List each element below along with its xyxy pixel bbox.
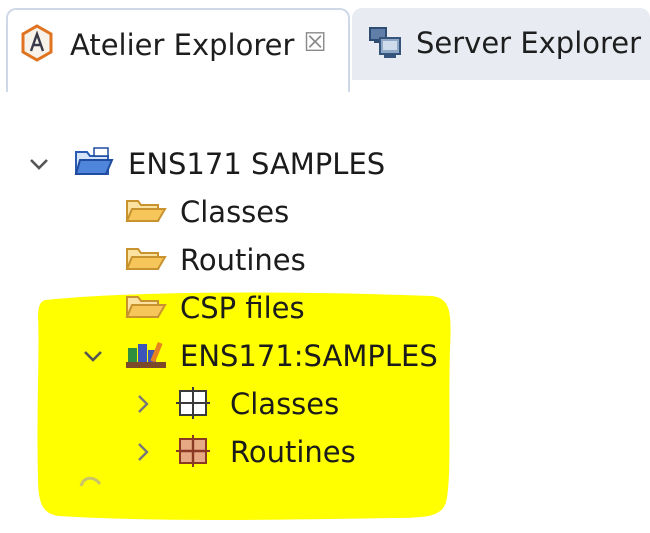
chevron-down-icon[interactable] (26, 151, 52, 177)
tree-item-label: Classes (230, 387, 340, 421)
tree-item-csp-files-folder[interactable]: CSP files (0, 286, 340, 330)
hidden-item-fragment (79, 476, 102, 487)
tree-item-routines-folder[interactable]: Routines (0, 238, 340, 282)
chevron-down-icon[interactable] (80, 343, 106, 369)
tab-label: Server Explorer (416, 26, 642, 60)
tree-item-label: Routines (230, 435, 356, 469)
routine-grid-icon (176, 435, 210, 467)
view-tab-strip: Server Explorer Atelier Explorer ☒ (0, 0, 650, 92)
namespace-books-icon (126, 341, 166, 368)
chevron-right-icon[interactable] (130, 391, 156, 417)
folder-open-icon (125, 200, 167, 222)
tree-item-namespace-classes[interactable]: Classes (0, 382, 360, 426)
tree-item-label: ENS171:SAMPLES (180, 339, 438, 373)
tab-server-explorer[interactable]: Server Explorer (352, 8, 650, 80)
close-tab-icon[interactable]: ☒ (300, 28, 330, 58)
chevron-right-icon[interactable] (130, 439, 156, 465)
atelier-icon (21, 24, 53, 62)
tree-item-classes-folder[interactable]: Classes (0, 190, 340, 234)
project-folder-icon (74, 147, 114, 175)
folder-open-icon (125, 248, 167, 270)
tab-label: Atelier Explorer (70, 28, 295, 62)
tree-item-label: Routines (180, 243, 306, 277)
tree-item-namespace[interactable]: ENS171:SAMPLES (0, 334, 440, 378)
folder-open-icon (125, 296, 167, 318)
tree-item-label: ENS171 SAMPLES (128, 147, 386, 181)
tree-item-label: CSP files (180, 291, 305, 325)
tree-item-project[interactable]: ENS171 SAMPLES (0, 142, 420, 186)
tree-item-label: Classes (180, 195, 290, 229)
class-grid-icon (176, 387, 210, 419)
tree-item-namespace-routines[interactable]: Routines (0, 430, 380, 474)
tab-atelier-explorer[interactable]: Atelier Explorer ☒ (6, 8, 350, 92)
server-icon (369, 27, 401, 58)
